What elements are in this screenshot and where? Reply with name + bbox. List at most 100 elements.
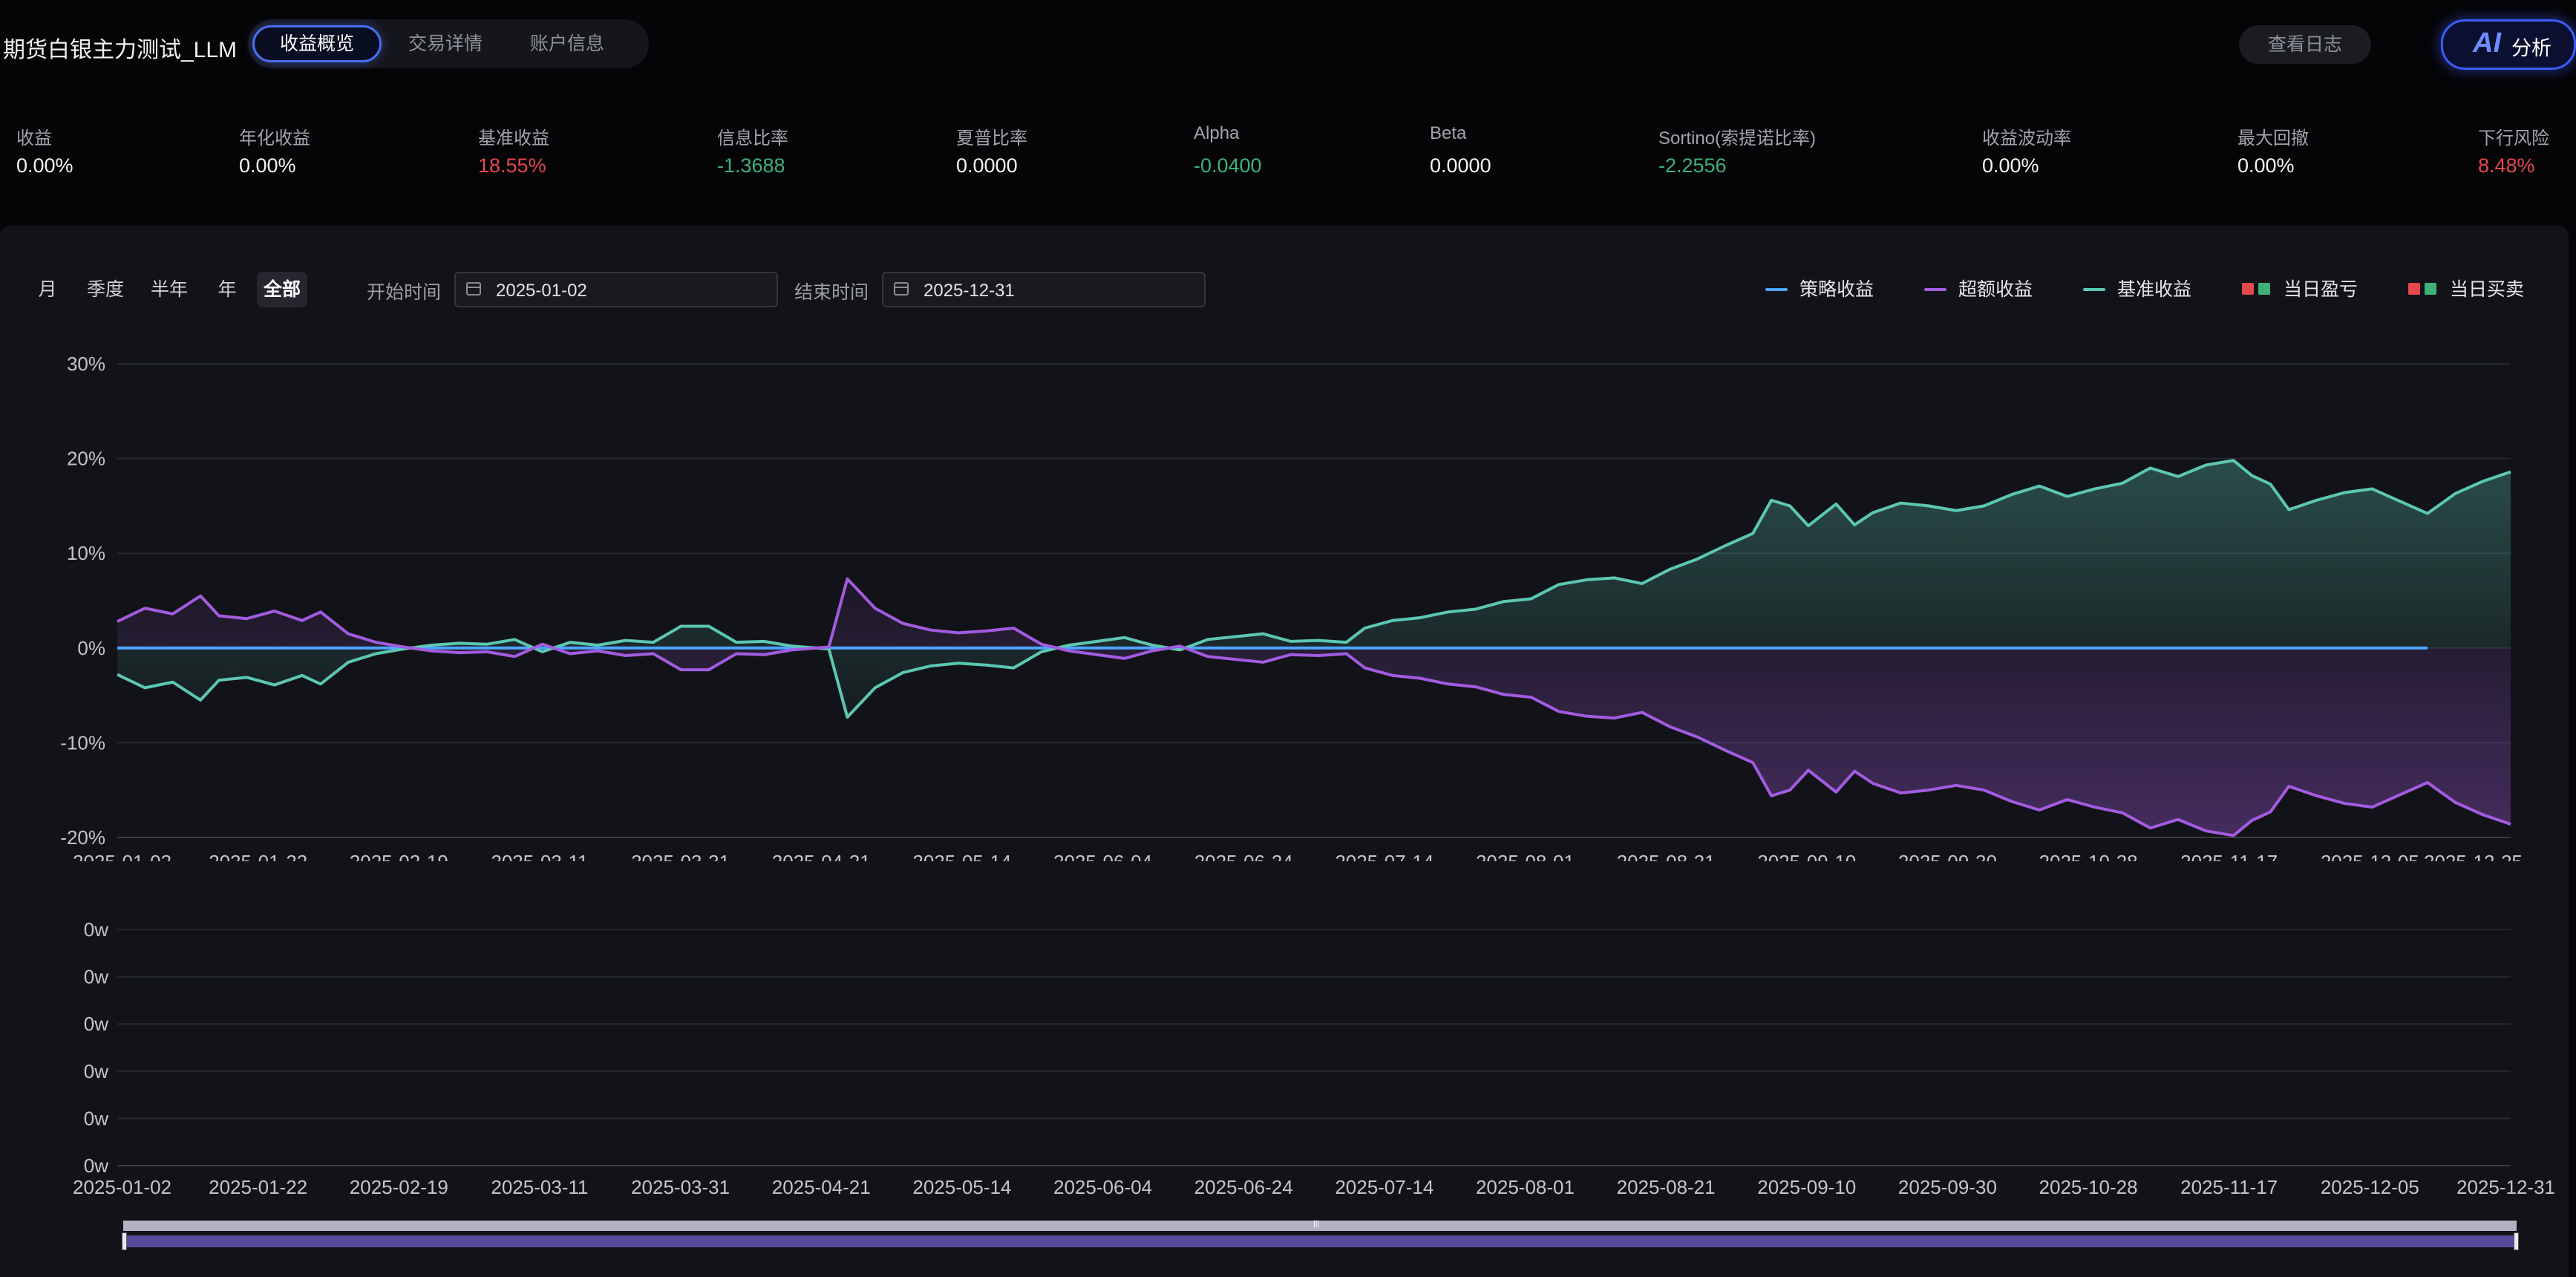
x-tick-label: 2025-09-10 <box>1757 851 1856 861</box>
volume-chart[interactable]: 0w0w0w0w0w0w2025-01-02 2025-01-22 2025-02-… <box>0 898 2576 1247</box>
x-tick-label: 2025-03-11 <box>491 1176 588 1198</box>
metric-value: -1.3688 <box>717 154 785 177</box>
metric-label: Alpha <box>1194 123 1240 143</box>
metric-value: -2.2556 <box>1658 154 1727 177</box>
metric-value: 0.0000 <box>1430 154 1491 177</box>
x-tick-label: 2025-11-17 <box>2180 851 2278 861</box>
view-tabs: 收益概览 交易详情 账户信息 <box>248 19 649 68</box>
metric-label: 收益波动率 <box>1982 128 2071 148</box>
x-tick-label: 2025-02-19 <box>350 851 448 861</box>
legend-daily-trades[interactable]: 当日买卖 <box>2408 276 2524 303</box>
x-tick-label: 2025-08-01 <box>1476 1176 1575 1198</box>
metric-label: 基准收益 <box>478 128 549 148</box>
start-date-label: 开始时间 <box>367 282 442 303</box>
x-tick-label: 2025-07-14 <box>1335 1176 1434 1198</box>
x-tick-label: 2025-06-24 <box>1194 1176 1293 1198</box>
x-tick-label: 2025-08-01 <box>1476 851 1575 861</box>
metric-label: 年化收益 <box>239 128 310 148</box>
slider-grip-icon[interactable]: ||| <box>1310 1221 1323 1228</box>
x-tick-label: 2025-05-14 <box>912 1176 1011 1198</box>
calendar-icon <box>466 282 481 295</box>
period-quarter[interactable]: 季度 <box>82 272 129 307</box>
x-tick-label: 2025-03-31 <box>631 851 730 861</box>
metric-label: Sortino(索提诺比率) <box>1658 128 1817 148</box>
legend-square-icon <box>2242 283 2254 295</box>
ai-icon: AI <box>2473 27 2501 59</box>
x-tick-label: 2025-06-04 <box>1053 851 1152 861</box>
period-month[interactable]: 月 <box>31 272 64 307</box>
top-bar: 期货白银主力测试_LLM 收益概览 交易详情 账户信息 查看日志 AI 分析 <box>0 0 2576 97</box>
y-tick-label: 0w <box>84 1060 108 1082</box>
y-tick-label: 10% <box>67 542 105 564</box>
x-tick-label: 2025-03-31 <box>631 1176 730 1198</box>
metric-value: 8.48% <box>2478 154 2535 177</box>
period-half-year[interactable]: 半年 <box>146 272 193 307</box>
metric-value: 0.00% <box>16 154 73 177</box>
legend-label: 超额收益 <box>1958 279 2033 300</box>
x-tick-label: 2025-01-22 <box>209 851 307 861</box>
x-tick-label: 2025-03-11 <box>491 851 588 861</box>
tab-trades[interactable]: 交易详情 <box>393 25 497 62</box>
x-tick-label: 2025-05-14 <box>912 851 1011 861</box>
y-tick-label: -20% <box>60 826 105 849</box>
ai-analysis-button[interactable]: AI 分析 <box>2441 19 2576 70</box>
metric-label: 夏普比率 <box>956 128 1027 148</box>
calendar-icon <box>894 282 909 295</box>
period-all[interactable]: 全部 <box>257 272 307 307</box>
x-tick-label: 2025-01-22 <box>209 1176 307 1198</box>
legend-excess-return[interactable]: 超额收益 <box>1924 276 2033 303</box>
x-tick-label: 2025-04-21 <box>772 1176 871 1198</box>
y-tick-label: 0w <box>84 1013 108 1035</box>
metric-value: 0.00% <box>239 154 296 177</box>
tab-overview[interactable]: 收益概览 <box>252 25 382 62</box>
metric-label: 下行风险 <box>2478 128 2549 148</box>
slider-start-handle[interactable] <box>122 1232 127 1250</box>
slider-selected-range <box>123 1235 2517 1247</box>
legend-label: 基准收益 <box>2117 279 2192 300</box>
y-tick-label: -10% <box>60 731 105 754</box>
x-tick-label: 2025-09-10 <box>1757 1176 1856 1198</box>
legend-square-icon <box>2425 283 2436 295</box>
x-tick-label: 2025-09-30 <box>1898 851 1997 861</box>
period-year[interactable]: 年 <box>211 272 243 307</box>
metric-value: 0.00% <box>2237 154 2295 177</box>
metric-label: 收益 <box>16 128 52 148</box>
x-tick-label: 2025-12-05 <box>2321 1176 2419 1198</box>
view-log-button[interactable]: 查看日志 <box>2239 25 2371 64</box>
metric-value: 0.00% <box>1982 154 2039 177</box>
y-tick-label: 30% <box>67 353 105 375</box>
x-tick-label: 2025-04-21 <box>772 851 871 861</box>
legend-label: 当日盈亏 <box>2284 279 2358 300</box>
x-tick-label: 2025-01-02 <box>73 1176 171 1198</box>
x-tick-label: 2025-10-28 <box>2039 851 2138 861</box>
metric-value: 0.0000 <box>956 154 1018 177</box>
x-tick-label: 2025-12-25 <box>2424 851 2523 861</box>
legend-label: 当日买卖 <box>2450 279 2525 300</box>
metric-label: Beta <box>1430 123 1467 143</box>
legend-line-icon <box>1924 288 1946 291</box>
y-tick-label: 0% <box>77 637 105 659</box>
start-date-value: 2025-01-02 <box>496 281 587 301</box>
legend-benchmark-return[interactable]: 基准收益 <box>2083 276 2191 303</box>
legend-strategy-return[interactable]: 策略收益 <box>1765 276 1874 303</box>
x-tick-label: 2025-12-05 <box>2321 851 2419 861</box>
y-tick-label: 20% <box>67 448 105 470</box>
tab-account[interactable]: 账户信息 <box>515 25 619 62</box>
x-tick-label: 2025-11-17 <box>2180 1176 2278 1198</box>
legend-daily-pnl[interactable]: 当日盈亏 <box>2242 276 2358 303</box>
y-tick-label: 0w <box>84 918 108 941</box>
slider-end-handle[interactable] <box>2514 1232 2519 1250</box>
return-chart[interactable]: 30% 20% 10% 0% -10% -20% 2025-01-02 2025-01-22 2… <box>0 342 2576 861</box>
date-range-slider[interactable]: ||| <box>122 1218 2519 1252</box>
legend-square-icon <box>2408 283 2420 295</box>
x-tick-label: 2025-02-19 <box>350 1176 448 1198</box>
legend-square-icon <box>2258 283 2270 295</box>
legend-line-icon <box>2083 288 2105 291</box>
end-date-value: 2025-12-31 <box>923 281 1015 301</box>
x-tick-label: 2025-10-28 <box>2039 1176 2138 1198</box>
end-date-input[interactable]: 2025-12-31 <box>882 272 1206 307</box>
x-tick-label: 2025-07-14 <box>1335 851 1434 861</box>
start-date-input[interactable]: 2025-01-02 <box>454 272 778 307</box>
x-tick-label: 2025-06-24 <box>1194 851 1293 861</box>
x-tick-label: 2025-08-21 <box>1617 851 1716 861</box>
